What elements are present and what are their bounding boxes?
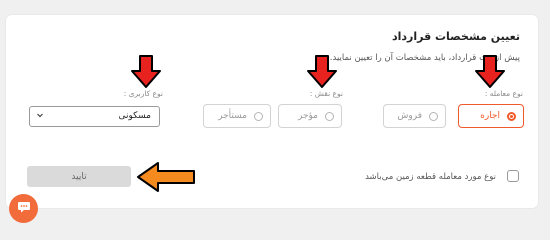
- land-checkbox-label: نوع مورد معامله قطعه زمین می‌باشد: [365, 172, 496, 182]
- chat-button[interactable]: [9, 194, 38, 223]
- orange-left-arrow-icon: [137, 162, 195, 192]
- radio-icon: [429, 111, 438, 121]
- option-foroush[interactable]: فروش: [383, 104, 446, 128]
- role-type-label: نوع نقش :: [309, 89, 343, 98]
- radio-icon: [325, 111, 334, 121]
- option-mojer[interactable]: مؤجر: [278, 104, 342, 128]
- usage-select-value: مسکونی: [118, 111, 151, 121]
- radio-selected-icon: [507, 111, 516, 121]
- option-ejare-label: اجاره: [480, 111, 500, 121]
- radio-icon: [254, 111, 263, 121]
- land-checkbox[interactable]: [507, 170, 519, 182]
- option-foroush-label: فروش: [397, 111, 422, 121]
- page-title: تعیین مشخصات قرارداد: [391, 30, 520, 43]
- transaction-type-label: نوع معامله :: [484, 89, 523, 98]
- chat-icon: [16, 199, 32, 219]
- option-mojer-label: مؤجر: [298, 111, 318, 121]
- red-down-arrow-icon: [131, 55, 161, 88]
- option-mostajer[interactable]: مستأجر: [203, 104, 271, 128]
- option-ejare[interactable]: اجاره: [458, 104, 524, 128]
- usage-type-label: نوع کاربری :: [123, 89, 163, 98]
- option-mostajer-label: مستأجر: [218, 111, 247, 121]
- red-down-arrow-icon: [475, 55, 505, 88]
- chevron-down-icon: [36, 111, 44, 122]
- confirm-button[interactable]: تایید: [27, 166, 131, 187]
- red-down-arrow-icon: [307, 55, 337, 88]
- usage-select[interactable]: مسکونی: [29, 106, 160, 127]
- confirm-button-label: تایید: [71, 171, 87, 182]
